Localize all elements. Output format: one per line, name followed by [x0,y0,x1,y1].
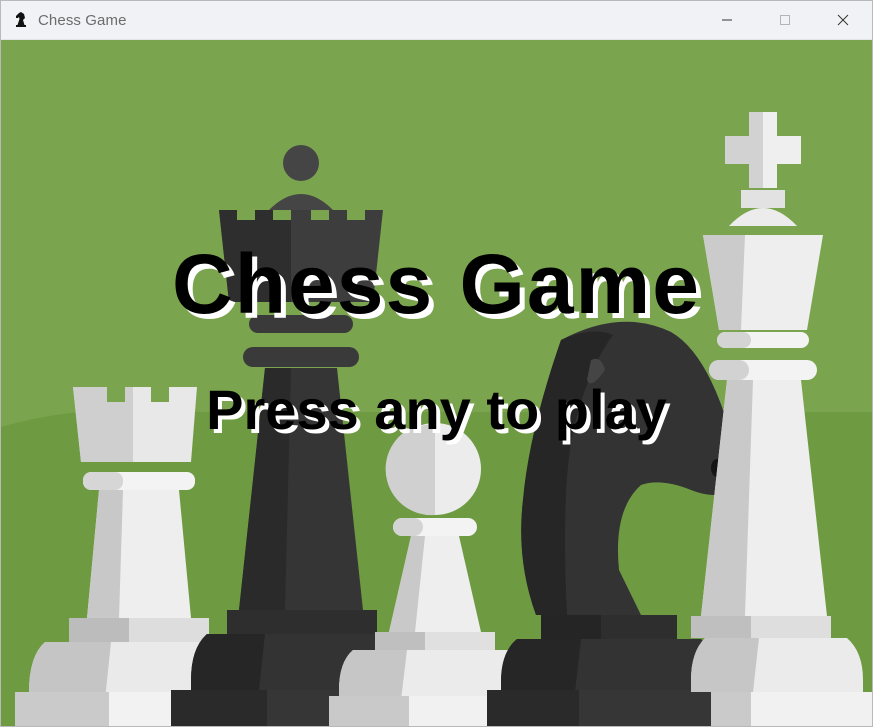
minimize-icon [722,19,732,21]
title-bar[interactable]: Chess Game [1,1,872,40]
minimize-button[interactable] [698,1,756,39]
close-icon [837,14,849,26]
game-canvas[interactable]: Chess Game Press any to play [1,40,872,726]
chess-knight-icon [12,11,30,29]
start-prompt: Press any to play [206,378,667,441]
window-title: Chess Game [38,11,127,29]
close-button[interactable] [814,1,872,39]
window-controls [698,1,872,39]
maximize-icon [780,15,790,25]
game-title: Chess Game [172,237,701,331]
maximize-button[interactable] [756,1,814,39]
chess-game-window: Chess Game Chess Game Press any to play [0,0,873,727]
